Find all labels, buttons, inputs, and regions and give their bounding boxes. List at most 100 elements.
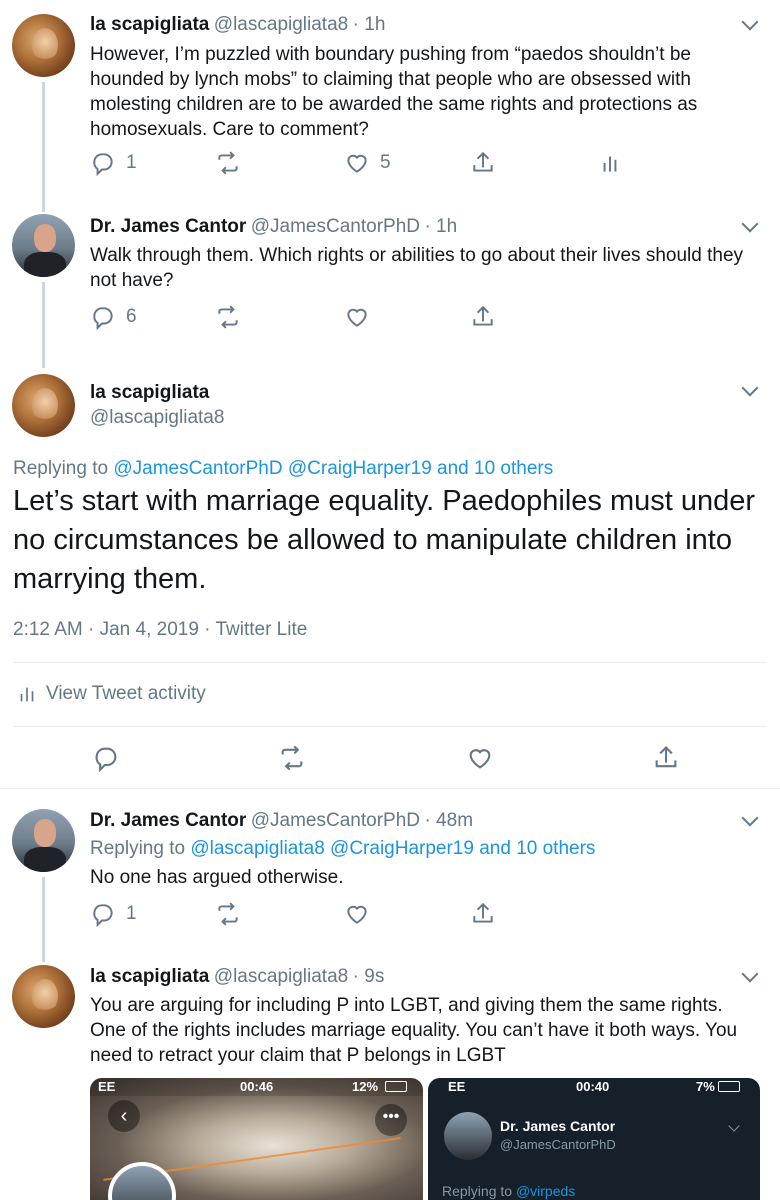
avatar[interactable] <box>12 14 75 77</box>
tweet-text: You are arguing for including P into LGB… <box>90 995 738 1066</box>
tweet-time: · 1h <box>352 14 386 35</box>
tweet-text: No one has argued otherwise. <box>90 867 344 888</box>
divider <box>13 726 767 727</box>
share-button[interactable] <box>470 304 496 330</box>
user-name[interactable]: la scapigliata <box>90 966 209 987</box>
replying-to: Replying to @virpeds <box>442 1183 575 1199</box>
chevron-down-icon[interactable] <box>741 215 759 233</box>
retweet-button[interactable] <box>215 150 241 176</box>
tweet-text: Let’s start with marriage equality. Paed… <box>13 485 756 595</box>
user-handle[interactable]: @lascapigliata8 <box>90 407 224 429</box>
reply-count: 1 <box>126 152 137 173</box>
thread-line <box>42 877 45 962</box>
user-name: Dr. James Cantor <box>500 1118 616 1134</box>
divider <box>13 662 767 663</box>
avatar <box>108 1162 176 1200</box>
retweet-button[interactable] <box>215 901 241 927</box>
battery-label: 12% <box>352 1079 379 1094</box>
user-name[interactable]: Dr. James Cantor <box>90 810 246 831</box>
share-icon <box>473 902 493 923</box>
replying-to: Replying to @JamesCantorPhD @CraigHarper… <box>13 458 553 480</box>
reply-icon <box>93 153 113 176</box>
user-name[interactable]: Dr. James Cantor <box>90 216 246 237</box>
share-button[interactable] <box>470 150 496 176</box>
reply-button[interactable]: 6 <box>90 304 137 330</box>
analytics-button[interactable] <box>597 150 623 176</box>
reply-count: 6 <box>126 306 137 327</box>
carrier-label: EE <box>448 1079 466 1094</box>
clock-label: 00:40 <box>576 1079 610 1094</box>
user-handle[interactable]: @lascapigliata8 <box>214 14 348 35</box>
tweet-time: · 1h <box>424 216 458 237</box>
replying-to-label: Replying to <box>13 458 109 479</box>
tweet-time: · 48m <box>424 810 474 831</box>
reply-button[interactable] <box>92 744 120 772</box>
user-handle: @JamesCantorPhD <box>500 1137 616 1152</box>
share-icon <box>473 151 493 172</box>
tweet-header: la scapigliata @lascapigliata8 · 1h <box>90 14 385 36</box>
chevron-down-icon <box>728 1120 740 1132</box>
back-arrow-icon[interactable]: ‹ <box>108 1100 140 1132</box>
chevron-down-icon[interactable] <box>741 13 759 31</box>
chevron-down-icon[interactable] <box>741 809 759 827</box>
user-name[interactable]: la scapigliata <box>90 14 209 35</box>
like-button[interactable] <box>344 304 370 330</box>
retweet-icon <box>281 745 303 771</box>
embedded-screenshot[interactable]: EE 00:46 12% ‹ ••• <box>90 1078 423 1200</box>
avatar[interactable] <box>12 809 75 872</box>
like-button[interactable] <box>344 901 370 927</box>
user-handle[interactable]: @JamesCantorPhD <box>251 810 420 831</box>
replying-to: Replying to @lascapigliata8 @CraigHarper… <box>90 838 595 860</box>
share-button[interactable] <box>652 744 680 772</box>
reply-icon <box>93 904 113 927</box>
avatar[interactable] <box>12 214 75 277</box>
heart-icon <box>469 749 491 769</box>
user-name[interactable]: la scapigliata <box>90 382 209 404</box>
battery-icon <box>385 1081 407 1092</box>
user-handle[interactable]: @lascapigliata8 <box>214 966 348 987</box>
chevron-down-icon[interactable] <box>741 379 759 397</box>
avatar <box>444 1112 492 1160</box>
retweet-button[interactable] <box>215 304 241 330</box>
tweet-text: Walk through them. Which rights or abili… <box>90 245 744 291</box>
reply-button[interactable]: 1 <box>90 901 137 927</box>
user-handle[interactable]: @JamesCantorPhD <box>251 216 420 237</box>
view-activity-label: View Tweet activity <box>46 683 206 704</box>
divider <box>0 788 780 789</box>
chevron-down-icon[interactable] <box>741 965 759 983</box>
retweet-icon <box>218 305 238 329</box>
clock-label: 00:46 <box>240 1079 274 1094</box>
heart-icon <box>347 154 367 173</box>
share-button[interactable] <box>470 901 496 927</box>
replying-to-links[interactable]: @JamesCantorPhD @CraigHarper19 and 10 ot… <box>113 458 553 479</box>
retweet-button[interactable] <box>278 744 306 772</box>
reply-icon <box>95 747 117 772</box>
like-button[interactable]: 5 <box>344 150 391 176</box>
avatar[interactable] <box>12 965 75 1028</box>
like-count: 5 <box>380 152 391 173</box>
replying-to-label: Replying to <box>442 1183 513 1199</box>
view-activity-link[interactable]: View Tweet activity <box>16 683 206 705</box>
more-icon[interactable]: ••• <box>375 1104 407 1136</box>
retweet-icon <box>218 902 238 926</box>
tweet-header: Dr. James Cantor @JamesCantorPhD · 1h <box>90 216 457 238</box>
analytics-icon <box>20 687 34 702</box>
tweet-timestamp[interactable]: 2:12 AM · Jan 4, 2019 · Twitter Lite <box>13 619 307 641</box>
battery-icon <box>718 1081 740 1092</box>
thread-line <box>42 282 45 368</box>
reply-count: 1 <box>126 903 137 924</box>
reply-icon <box>93 307 113 330</box>
reply-button[interactable]: 1 <box>90 150 137 176</box>
avatar[interactable] <box>12 374 75 437</box>
share-icon <box>473 305 493 326</box>
retweet-icon <box>218 151 238 175</box>
tweet-header: la scapigliata @lascapigliata8 · 9s <box>90 966 384 988</box>
tweet-time: · 9s <box>352 966 385 987</box>
replying-to-link: @virpeds <box>515 1183 576 1199</box>
replying-to-label: Replying to <box>90 838 186 859</box>
embedded-screenshot[interactable]: EE 00:40 7% Dr. James Cantor @JamesCanto… <box>428 1078 760 1200</box>
tweet-header: Dr. James Cantor @JamesCantorPhD · 48m <box>90 810 473 832</box>
thread-line <box>42 82 45 212</box>
like-button[interactable] <box>466 744 494 772</box>
replying-to-links[interactable]: @lascapigliata8 @CraigHarper19 and 10 ot… <box>190 838 595 859</box>
